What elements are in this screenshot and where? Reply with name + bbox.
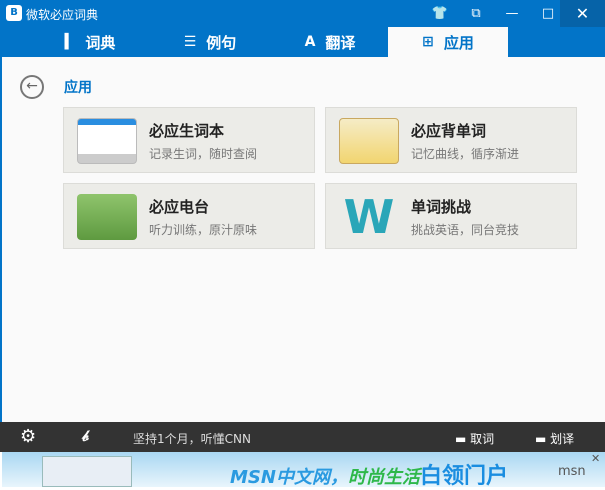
back-button[interactable]: ← (20, 75, 44, 99)
app-logo-icon: B (6, 5, 22, 21)
ad-close-icon[interactable]: ✕ (591, 452, 600, 465)
translate-icon: A (304, 34, 316, 50)
card-subtitle: 挑战英语，同台竞技 (411, 223, 520, 237)
apps-panel: ← 应用 必应生词本 记录生词，随时查阅 必应背单词 记忆曲线，循序渐进 必应电… (0, 57, 605, 422)
title-bar: B 微软必应词典 👕 ⧉ — □ ✕ (0, 0, 605, 27)
tab-label: 翻译 (325, 33, 356, 52)
card-title: 必应背单词 (411, 122, 487, 140)
tab-dictionary[interactable]: ▍ 词典 (30, 27, 150, 57)
wordbook-icon (77, 118, 137, 164)
tab-bar: ▍ 词典 ☰ 例句 A 翻译 ⊞ 应用 (0, 27, 605, 57)
close-button[interactable]: ✕ (560, 0, 605, 27)
ad-image (42, 456, 132, 487)
status-bar: ⚙ 𝒷 坚持1个月，听懂CNN ▬ 取词 ▬ 划译 (0, 422, 605, 452)
tab-examples[interactable]: ☰ 例句 (150, 27, 270, 57)
book-icon: ▍ (64, 34, 76, 50)
ad-brand: msn (558, 464, 586, 479)
app-card-radio[interactable]: 必应电台 听力训练，原汁原味 (63, 183, 315, 249)
lookup-label: 取词 (470, 432, 495, 446)
ad-banner[interactable]: MSN中文网，时尚生活白领门户 msn ✕ (2, 452, 605, 489)
app-card-memorize[interactable]: 必应背单词 记忆曲线，循序渐进 (325, 107, 577, 173)
card-title: 单词挑战 (411, 198, 472, 216)
tab-label: 词典 (85, 33, 116, 52)
minimize-button[interactable]: — (494, 0, 530, 27)
list-icon: ☰ (183, 34, 197, 50)
tab-translate[interactable]: A 翻译 (270, 27, 390, 57)
skin-button[interactable]: 👕 (422, 0, 458, 27)
card-title: 必应电台 (149, 198, 210, 216)
select-translate-label: 划译 (550, 432, 575, 446)
app-card-wordbook[interactable]: 必应生词本 记录生词，随时查阅 (63, 107, 315, 173)
apps-icon: ⊞ (422, 34, 434, 50)
flashcards-icon (339, 118, 399, 164)
lookup-toggle[interactable]: ▬ 取词 (455, 430, 494, 447)
page-title: 应用 (64, 80, 92, 96)
mini-mode-button[interactable]: ⧉ (458, 0, 494, 27)
card-subtitle: 记录生词，随时查阅 (149, 147, 258, 161)
w-challenge-icon: W (343, 190, 395, 244)
card-subtitle: 记忆曲线，循序渐进 (411, 147, 520, 161)
ad-text: MSN中文网，时尚生活白领门户 (230, 464, 508, 489)
radio-icon (77, 194, 137, 240)
card-title: 必应生词本 (149, 122, 225, 140)
select-translate-toggle[interactable]: ▬ 划译 (535, 430, 574, 447)
bing-logo-icon[interactable]: 𝒷 (82, 427, 88, 445)
tab-label: 例句 (206, 33, 237, 52)
app-card-challenge[interactable]: W 单词挑战 挑战英语，同台竞技 (325, 183, 577, 249)
app-title: 微软必应词典 (26, 8, 99, 22)
tab-label: 应用 (443, 33, 474, 52)
settings-gear-icon[interactable]: ⚙ (20, 426, 36, 447)
tab-apps[interactable]: ⊞ 应用 (388, 27, 508, 57)
promo-link[interactable]: 坚持1个月，听懂CNN (133, 430, 251, 447)
card-subtitle: 听力训练，原汁原味 (149, 223, 258, 237)
